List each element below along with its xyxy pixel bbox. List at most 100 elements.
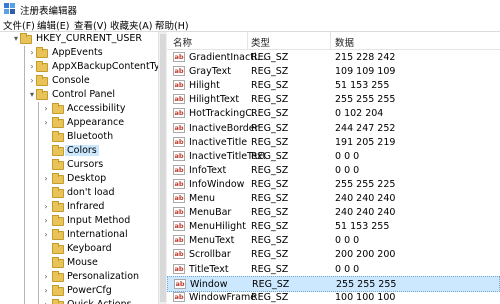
string-value-icon: ab xyxy=(174,278,186,289)
tree-item-label: Personalization xyxy=(67,271,140,282)
expand-icon[interactable]: › xyxy=(42,270,50,284)
title-bar: 注册表编辑器 xyxy=(0,0,500,17)
collapse-icon[interactable]: ▾ xyxy=(12,32,20,46)
tree-item-label: Desktop xyxy=(67,173,107,184)
value-type: REG_SZ xyxy=(251,249,289,261)
string-value-icon: ab xyxy=(173,108,185,119)
folder-icon xyxy=(52,103,64,114)
string-value-icon: ab xyxy=(173,291,185,302)
value-type: REG_SZ xyxy=(251,207,289,219)
string-value-icon: ab xyxy=(173,193,185,203)
expand-icon[interactable]: › xyxy=(28,60,36,74)
expand-icon[interactable]: › xyxy=(42,116,50,130)
registry-tree[interactable]: ▾ HKEY_CURRENT_USER › AppEvents › AppXBacku… xyxy=(0,32,158,304)
folder-icon xyxy=(52,215,64,226)
tree-item-label: Control Panel xyxy=(52,89,115,100)
value-data: 0 0 0 xyxy=(335,263,360,275)
tree-item-label: don't load xyxy=(67,187,115,198)
folder-icon xyxy=(52,173,64,184)
value-data: 191 205 219 xyxy=(335,136,396,148)
value-type: REG_SZ xyxy=(252,278,290,290)
tree-item-label: AppXBackupContentType xyxy=(52,61,158,72)
list-header: 名称 类型 数据 xyxy=(167,32,500,50)
string-value-icon: ab xyxy=(173,150,185,161)
value-data: 100 100 100 xyxy=(335,291,396,303)
folder-icon xyxy=(52,257,64,268)
folder-icon xyxy=(52,243,64,254)
value-type: REG_SZ xyxy=(251,122,289,134)
expand-icon[interactable]: › xyxy=(42,172,50,186)
expand-icon[interactable]: › xyxy=(42,298,50,304)
value-type: REG_SZ xyxy=(251,263,289,275)
string-value-icon: ab xyxy=(173,66,185,77)
value-data: 215 228 242 xyxy=(335,52,396,63)
folder-icon xyxy=(52,201,64,212)
folder-icon xyxy=(52,159,64,170)
expand-icon[interactable]: › xyxy=(42,228,50,242)
tree-item-label: Infrared xyxy=(67,201,105,212)
string-value-icon: ab xyxy=(173,263,185,274)
folder-icon xyxy=(52,229,64,240)
value-data: 255 255 225 xyxy=(335,178,396,190)
tree-item-label: PowerCfg xyxy=(67,285,112,296)
tree-item-label: Appearance xyxy=(67,117,125,128)
string-value-icon: ab xyxy=(173,178,185,189)
string-value-icon: ab xyxy=(173,122,185,133)
string-value-icon: ab xyxy=(173,221,185,232)
menu-help[interactable]: 帮助(H) xyxy=(155,18,189,32)
expand-icon[interactable]: › xyxy=(42,284,50,298)
value-data: 200 200 200 xyxy=(335,249,396,261)
string-value-icon: ab xyxy=(173,80,185,91)
value-type: REG_SZ xyxy=(251,52,289,63)
collapse-icon[interactable]: ▾ xyxy=(28,88,36,102)
tree-item-label: Accessibility xyxy=(67,103,126,114)
tree-item-label: Quick Actions xyxy=(67,299,132,304)
expand-icon[interactable]: › xyxy=(42,200,50,214)
menu-view[interactable]: 查看(V) xyxy=(74,18,107,32)
value-data: 0 102 204 xyxy=(335,108,384,120)
values-list[interactable]: 名称 类型 数据 ab GradientInacti... REG_SZ 215 22… xyxy=(167,32,500,304)
tree-item-label: Cursors xyxy=(67,159,104,170)
string-value-icon: ab xyxy=(173,249,185,260)
folder-icon xyxy=(52,285,64,296)
value-type: REG_SZ xyxy=(251,66,289,78)
value-type: REG_SZ xyxy=(251,221,289,233)
value-type: REG_SZ xyxy=(251,108,289,120)
folder-icon xyxy=(52,131,64,142)
tree-scroll-thumb[interactable] xyxy=(160,34,166,302)
expand-icon[interactable]: › xyxy=(42,214,50,228)
string-value-icon: ab xyxy=(173,164,185,175)
value-type: REG_SZ xyxy=(251,150,289,162)
expand-icon[interactable]: › xyxy=(28,46,36,60)
menu-edit[interactable]: 编辑(E) xyxy=(37,18,69,32)
expand-icon[interactable]: › xyxy=(28,74,36,88)
value-data: 0 0 0 xyxy=(335,150,360,162)
string-value-icon: ab xyxy=(173,207,185,218)
folder-icon xyxy=(52,271,64,282)
tree-item-label: Bluetooth xyxy=(67,131,114,142)
value-data: 51 153 255 xyxy=(335,221,390,233)
tree-item-label: International xyxy=(67,229,128,240)
expand-icon[interactable]: › xyxy=(42,102,50,116)
column-type[interactable]: 类型 xyxy=(251,35,270,49)
value-row[interactable]: ab WindowFrame REG_SZ 100 100 100 xyxy=(167,290,500,304)
folder-icon xyxy=(52,187,64,198)
menu-favorites[interactable]: 收藏夹(A) xyxy=(110,18,152,32)
tree-item-label: Mouse xyxy=(67,257,98,268)
menu-file[interactable]: 文件(F) xyxy=(3,18,35,32)
column-data[interactable]: 数据 xyxy=(335,35,354,49)
string-value-icon: ab xyxy=(173,94,185,105)
string-value-icon: ab xyxy=(173,52,185,62)
tree-item-label: Console xyxy=(52,75,90,86)
folder-icon xyxy=(52,117,64,128)
string-value-icon: ab xyxy=(173,235,185,246)
column-name[interactable]: 名称 xyxy=(173,35,192,49)
regedit-icon xyxy=(4,3,15,14)
value-type: REG_SZ xyxy=(251,94,289,106)
value-type: REG_SZ xyxy=(251,80,289,92)
folder-icon xyxy=(20,33,32,44)
value-data: 240 240 240 xyxy=(335,207,396,219)
value-data: 240 240 240 xyxy=(335,193,396,204)
folder-icon xyxy=(36,61,48,72)
value-type: REG_SZ xyxy=(251,136,289,148)
